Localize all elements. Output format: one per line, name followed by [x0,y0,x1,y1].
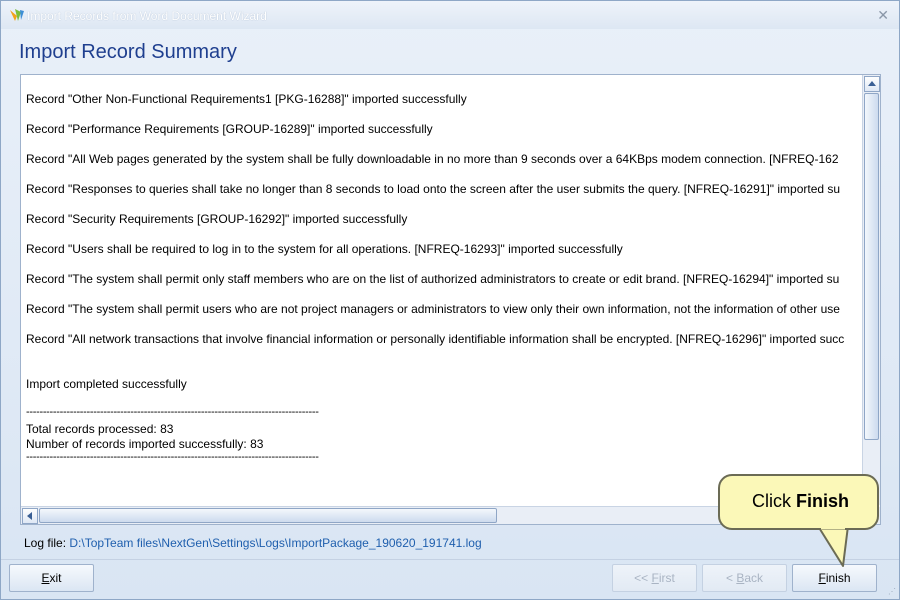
instruction-callout: Click Finish [718,474,879,530]
horizontal-scroll-thumb[interactable] [39,508,497,523]
app-logo-icon [10,9,24,21]
scroll-left-icon[interactable] [22,508,38,524]
import-log-text: Record "Other Non-Functional Requirement… [26,75,861,503]
log-line: Record "The system shall permit only sta… [26,272,840,286]
footer-divider [1,559,899,560]
log-line: Record "Performance Requirements [GROUP-… [26,122,433,136]
import-status-text: Import completed successfully [26,377,187,391]
log-file-label: Log file: [24,536,67,550]
resize-grip-icon[interactable]: ⋰ [888,588,896,596]
back-button[interactable]: < Back [702,564,787,592]
log-line: Record "Security Requirements [GROUP-162… [26,212,408,226]
log-line: Record "All network transactions that in… [26,332,845,346]
window-title: Import Records from Word Document Wizard [27,9,267,23]
log-file-path-link[interactable]: D:\TopTeam files\NextGen\Settings\Logs\I… [69,536,481,550]
separator-line: ----------------------------------------… [26,451,319,463]
vertical-scroll-thumb[interactable] [864,93,879,440]
log-line: Record "Responses to queries shall take … [26,182,841,196]
log-line: Record "Other Non-Functional Requirement… [26,92,467,106]
callout-text: Click Finish [752,491,849,511]
total-processed-text: Total records processed: 83 [26,422,174,436]
exit-button[interactable]: Exit [9,564,94,592]
scroll-up-icon[interactable] [864,76,880,92]
finish-button[interactable]: Finish [792,564,877,592]
log-line: Record "Users shall be required to log i… [26,242,623,256]
log-line: Record "All Web pages generated by the s… [26,152,839,166]
log-line: Record "The system shall permit users wh… [26,302,840,316]
first-button[interactable]: << First [612,564,697,592]
imported-count-text: Number of records imported successfully:… [26,437,264,451]
title-bar: Import Records from Word Document Wizard… [1,1,899,29]
separator-line: ----------------------------------------… [26,406,319,418]
page-title: Import Record Summary [19,41,237,63]
log-file-info: Log file: D:\TopTeam files\NextGen\Setti… [24,536,482,550]
close-icon[interactable]: ✕ [877,7,889,23]
vertical-scrollbar[interactable] [862,75,880,505]
import-log-panel[interactable]: Record "Other Non-Functional Requirement… [20,74,881,525]
